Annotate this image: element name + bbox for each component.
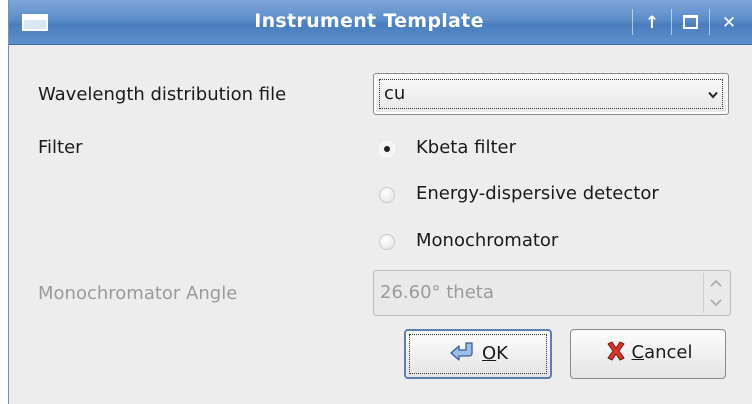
maximize-button[interactable] [674,11,706,35]
maximize-icon [682,14,698,29]
radio-indicator[interactable] [379,187,395,203]
monochromator-angle-value: 26.60° theta [380,282,494,303]
cancel-button-content: Cancel [571,341,725,363]
wavelength-label: Wavelength distribution file [38,84,287,105]
close-button[interactable]: ✕ [713,11,745,35]
radio-label: Monochromator [416,230,559,251]
keep-above-button[interactable]: ↑ [636,11,668,35]
title-bar[interactable]: Instrument Template ↑ ✕ [9,0,752,45]
spin-down-icon[interactable] [704,293,728,313]
radio-indicator[interactable] [379,234,395,250]
chevron-down-icon [708,91,718,99]
titlebar-separator [709,9,710,35]
radio-label: Kbeta filter [416,137,516,158]
titlebar-separator [671,9,672,35]
cancel-button[interactable]: Cancel [570,329,726,379]
focus-ring [379,79,723,109]
spin-buttons [703,273,728,313]
ok-mnemonic: O [482,343,497,364]
wavelength-value: cu [384,83,406,104]
cancel-label: ancel [644,342,693,363]
return-arrow-icon [450,342,473,361]
monochromator-angle-spinbox[interactable]: 26.60° theta [373,270,731,316]
filter-label: Filter [38,137,83,158]
window-menu-icon[interactable] [22,14,48,31]
ok-button-content: OK [406,342,550,364]
radio-label: Energy-dispersive detector [416,183,659,204]
spin-up-icon[interactable] [704,273,728,293]
ok-button[interactable]: OK [404,329,552,379]
radio-indicator[interactable] [379,141,395,157]
monochromator-angle-label: Monochromator Angle [38,283,238,304]
instrument-template-dialog: Instrument Template ↑ ✕ Wavelength distr… [8,0,752,404]
titlebar-separator [632,9,633,35]
red-x-icon [607,341,624,361]
cancel-mnemonic: C [631,342,645,363]
ok-label: K [496,343,508,364]
wavelength-combo[interactable]: cu [373,73,729,115]
window-title: Instrument Template [254,10,484,32]
